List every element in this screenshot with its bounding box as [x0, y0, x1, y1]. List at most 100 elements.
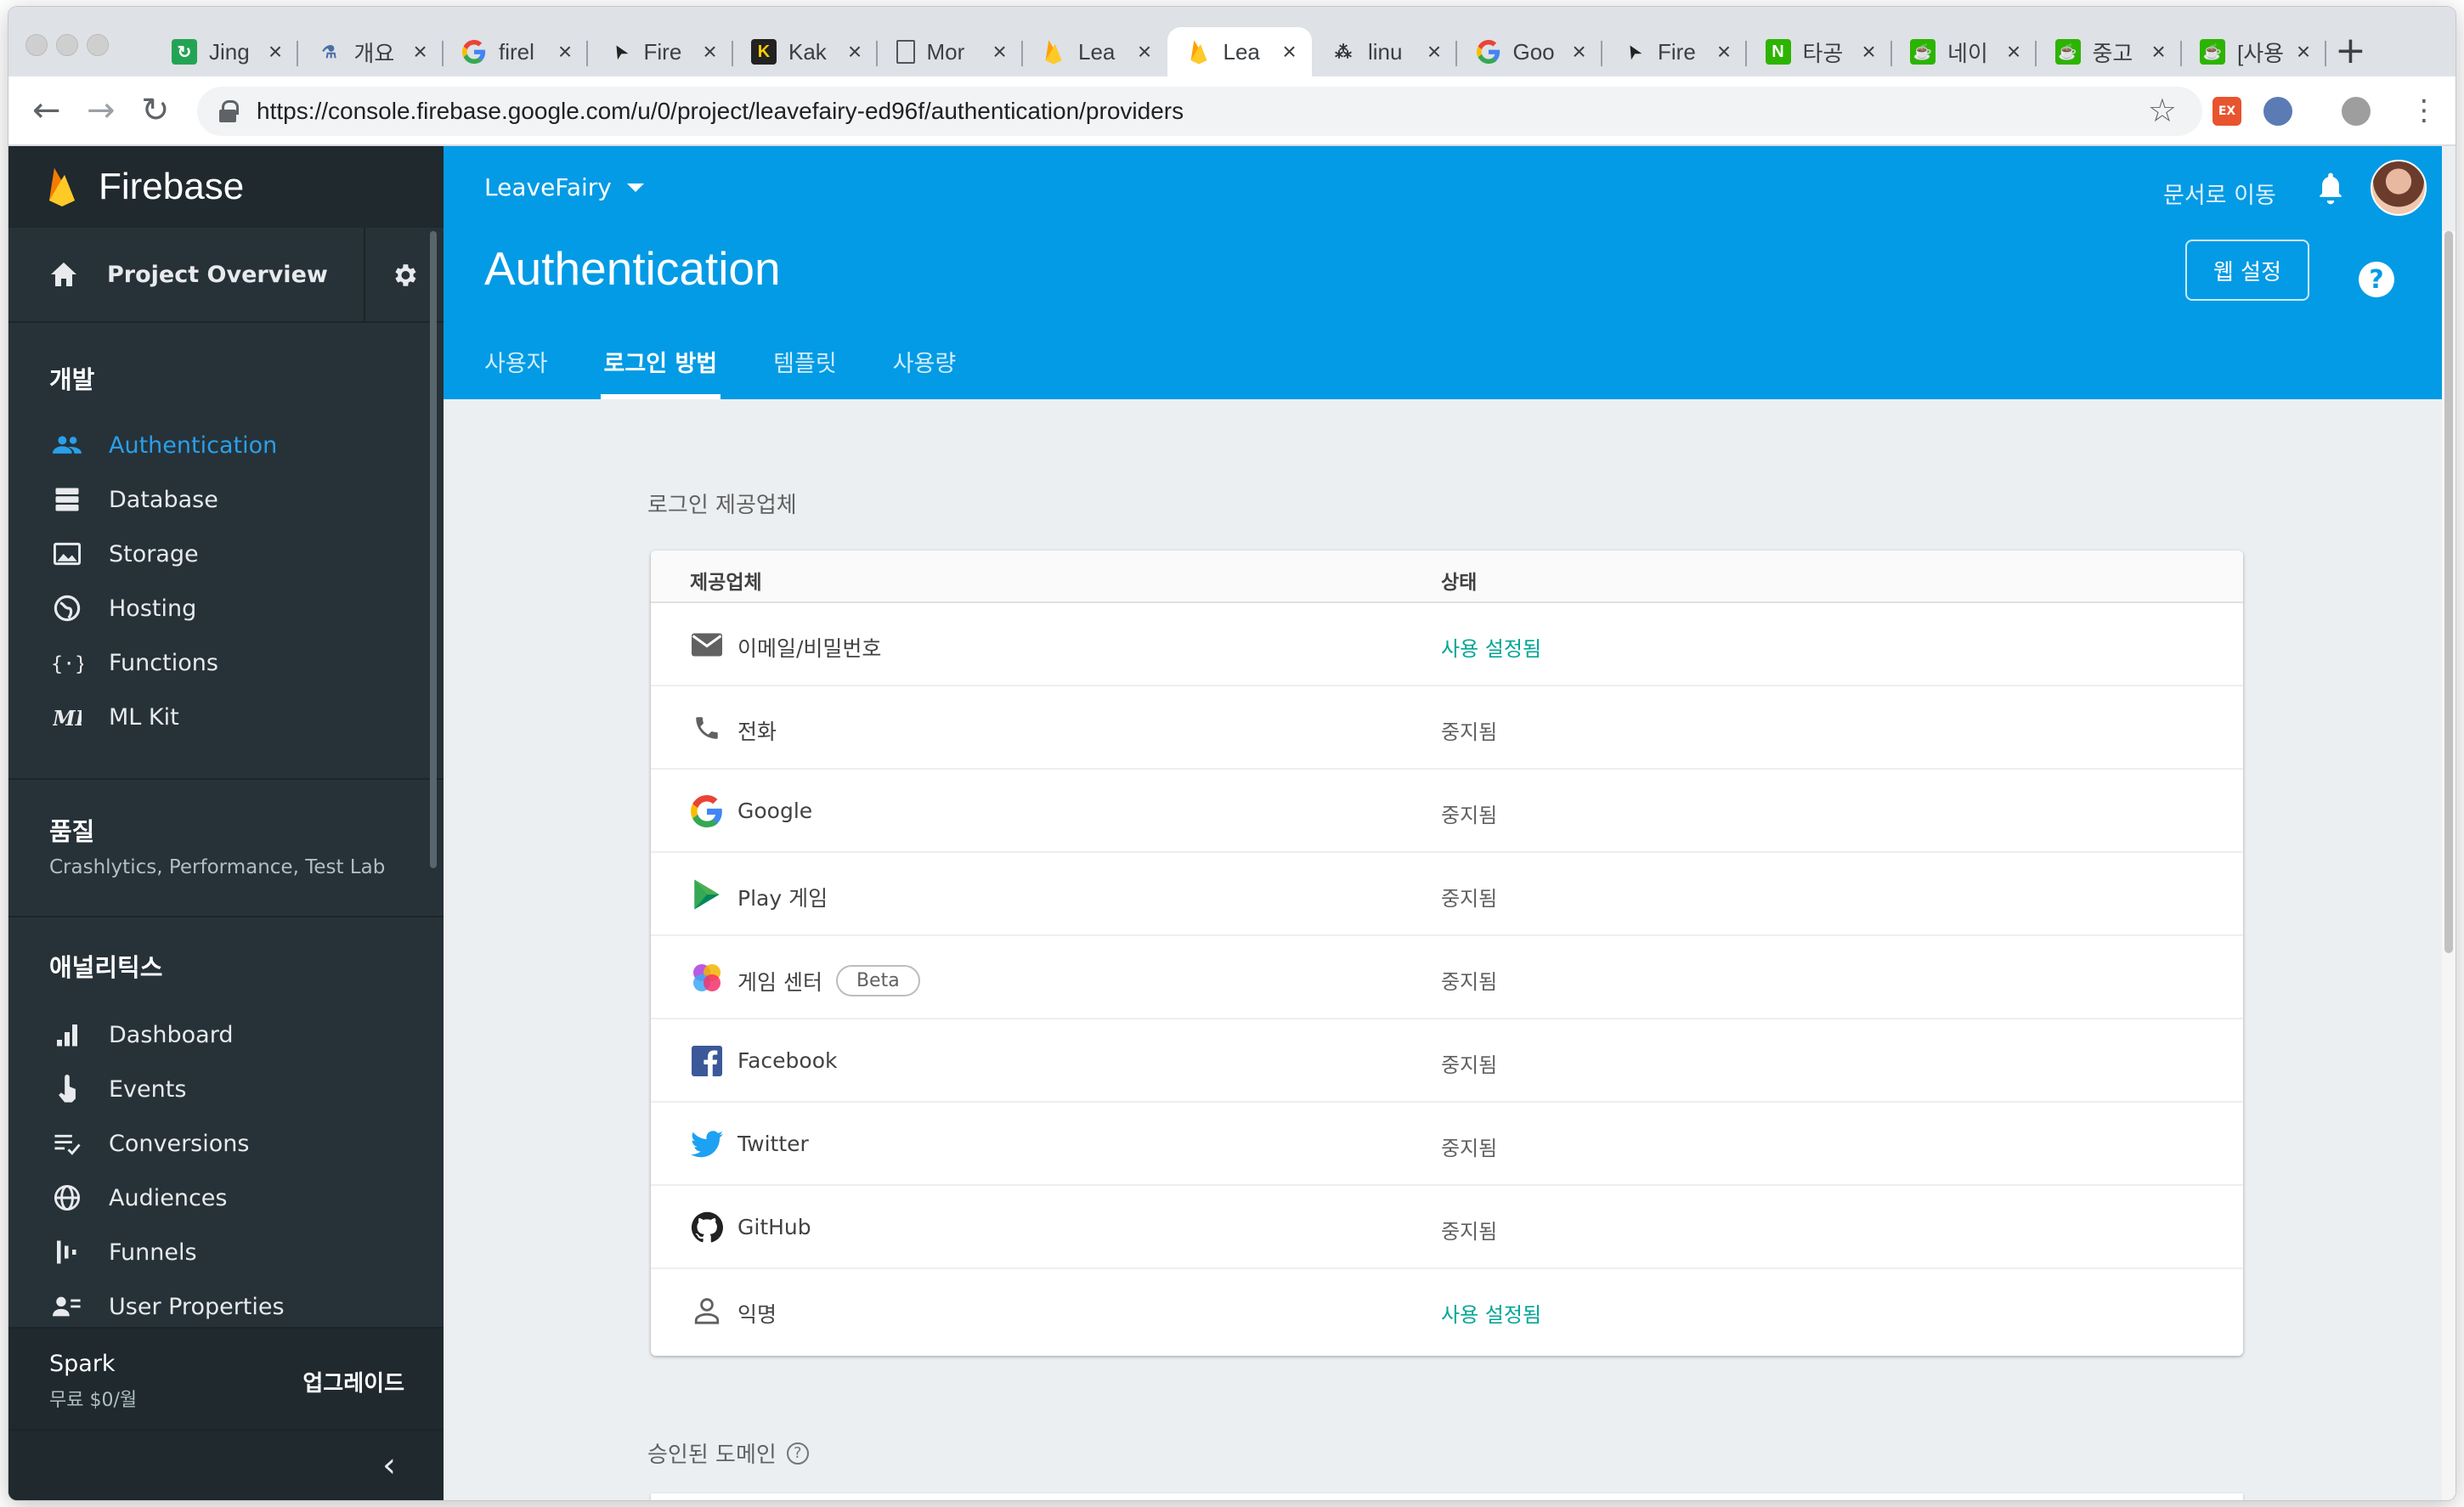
- sidebar-item-functions[interactable]: {·} Functions: [8, 635, 444, 690]
- profile-icon[interactable]: [2342, 97, 2371, 126]
- tab-3[interactable]: 템플릿: [773, 345, 837, 399]
- sidebar-item-events[interactable]: Events: [8, 1062, 444, 1116]
- user-avatar[interactable]: [2371, 160, 2427, 216]
- sidebar-scrollbar[interactable]: [430, 231, 437, 868]
- browser-tab[interactable]: Lea ×: [1022, 27, 1167, 76]
- browser-tab[interactable]: N 타공 ×: [1747, 27, 1891, 76]
- sidebar-item-database[interactable]: Database: [8, 472, 444, 527]
- back-button[interactable]: ←: [32, 92, 61, 129]
- provider-row[interactable]: GitHub 중지됨: [651, 1186, 2243, 1269]
- provider-row[interactable]: 이메일/비밀번호 사용 설정됨: [651, 603, 2243, 686]
- browser-tab[interactable]: ⚗ 개요 ×: [298, 27, 443, 76]
- tab-strip: ↻ Jing × ⚗ 개요 × firel × ➤ Fire × K Kak × Mor × Lea × Lea × ⁂…: [8, 7, 2456, 76]
- notifications-bell-icon[interactable]: [2316, 172, 2345, 209]
- help-icon[interactable]: ?: [2359, 262, 2394, 297]
- close-tab-icon[interactable]: ×: [1714, 38, 1734, 65]
- close-tab-icon[interactable]: ×: [1134, 38, 1155, 65]
- kakao-icon: K: [751, 39, 777, 65]
- provider-row[interactable]: Facebook 중지됨: [651, 1019, 2243, 1103]
- collapse-sidebar-button[interactable]: ‹: [8, 1429, 444, 1500]
- database-icon: [51, 483, 83, 516]
- close-window-button[interactable]: [25, 34, 48, 56]
- project-selector[interactable]: LeaveFairy: [484, 173, 644, 201]
- browser-tab[interactable]: ☕ [사용 ×: [2181, 27, 2326, 76]
- browser-tab[interactable]: ➤ Fire ×: [588, 27, 732, 76]
- firebase-brand[interactable]: Firebase: [8, 146, 444, 228]
- tab-4[interactable]: 사용량: [893, 345, 957, 399]
- provider-row[interactable]: Play 게임 중지됨: [651, 853, 2243, 936]
- close-tab-icon[interactable]: ×: [1569, 38, 1590, 65]
- minimize-window-button[interactable]: [56, 34, 78, 56]
- project-overview-link[interactable]: Project Overview: [8, 228, 444, 323]
- tab-title: Mor: [926, 38, 965, 65]
- browser-tab[interactable]: ↻ Jing ×: [153, 27, 297, 76]
- close-tab-icon[interactable]: ×: [410, 38, 431, 65]
- sidebar-item-conversions[interactable]: Conversions: [8, 1116, 444, 1171]
- globe-hosting-icon: [51, 592, 83, 624]
- zoom-window-button[interactable]: [87, 34, 109, 56]
- sidebar-item-dashboard[interactable]: Dashboard: [8, 1007, 444, 1062]
- new-tab-button[interactable]: +: [2335, 32, 2366, 70]
- sidebar-item-ml-kit[interactable]: ML ML Kit: [8, 690, 444, 744]
- bookmark-star-icon[interactable]: ☆: [2148, 92, 2177, 129]
- analytics-header[interactable]: 애널리틱스: [8, 948, 444, 984]
- close-tab-icon[interactable]: ×: [2293, 38, 2314, 65]
- naver-cafe-icon: ☕: [1910, 39, 1936, 65]
- help-circle-icon[interactable]: ?: [786, 1442, 809, 1465]
- main-scrollbar[interactable]: [2442, 231, 2456, 1500]
- close-tab-icon[interactable]: ×: [845, 38, 865, 65]
- column-header-status: 상태: [1441, 572, 1478, 594]
- extension-icon[interactable]: EX: [2213, 97, 2241, 126]
- sidebar-item-storage[interactable]: Storage: [8, 527, 444, 581]
- browser-tab[interactable]: Lea ×: [1167, 27, 1312, 76]
- providers-section-title: 로그인 제공업체: [647, 493, 797, 518]
- close-tab-icon[interactable]: ×: [700, 38, 721, 65]
- close-tab-icon[interactable]: ×: [1280, 38, 1300, 65]
- forward-button[interactable]: →: [87, 92, 116, 129]
- close-tab-icon[interactable]: ×: [2003, 38, 2024, 65]
- sidebar-item-funnels[interactable]: Funnels: [8, 1225, 444, 1279]
- tab-title: Lea: [1223, 38, 1260, 65]
- tab-1[interactable]: 사용자: [484, 345, 548, 399]
- sidebar-item-user-properties[interactable]: User Properties: [8, 1279, 444, 1334]
- provider-row[interactable]: 전화 중지됨: [651, 686, 2243, 770]
- browser-tab[interactable]: ⁂ linu ×: [1312, 27, 1456, 76]
- quality-header[interactable]: 품질: [8, 812, 444, 848]
- close-tab-icon[interactable]: ×: [1859, 38, 1879, 65]
- quality-subtitle: Crashlytics, Performance, Test Lab: [49, 856, 386, 878]
- extension-icon[interactable]: [2263, 97, 2292, 126]
- develop-header[interactable]: 개발: [8, 360, 444, 396]
- sidebar-item-audiences[interactable]: Audiences: [8, 1171, 444, 1225]
- scrollbar-thumb[interactable]: [2444, 231, 2453, 953]
- web-setup-button[interactable]: 웹 설정: [2185, 240, 2309, 301]
- tab-2[interactable]: 로그인 방법: [600, 345, 721, 399]
- provider-row[interactable]: Google 중지됨: [651, 770, 2243, 853]
- provider-row[interactable]: 게임 센터 Beta 중지됨: [651, 936, 2243, 1019]
- browser-tab[interactable]: firel ×: [443, 27, 587, 76]
- provider-row[interactable]: Twitter 중지됨: [651, 1103, 2243, 1186]
- reload-button[interactable]: ↻: [141, 92, 170, 129]
- browser-tab[interactable]: ➤ Fire ×: [1602, 27, 1746, 76]
- provider-status: 중지됨: [1441, 970, 1498, 994]
- close-tab-icon[interactable]: ×: [555, 38, 575, 65]
- browser-tab[interactable]: ☕ 네이 ×: [1891, 27, 2036, 76]
- sidebar-item-hosting[interactable]: Hosting: [8, 581, 444, 635]
- sidebar-item-label: Events: [109, 1075, 187, 1103]
- play-games-icon: [690, 878, 724, 912]
- firebase-icon: [1186, 39, 1212, 65]
- menu-kebab-icon[interactable]: ⋮: [2410, 92, 2439, 129]
- browser-tab[interactable]: ☕ 중고 ×: [2037, 27, 2181, 76]
- browser-tab[interactable]: Goo ×: [1457, 27, 1602, 76]
- close-tab-icon[interactable]: ×: [2149, 38, 2169, 65]
- docs-link[interactable]: 문서로 이동: [2163, 177, 2276, 210]
- address-bar[interactable]: https://console.firebase.google.com/u/0/…: [197, 87, 2202, 136]
- close-tab-icon[interactable]: ×: [265, 38, 285, 65]
- browser-tab[interactable]: Mor ×: [878, 27, 1022, 76]
- home-icon: [51, 262, 76, 286]
- close-tab-icon[interactable]: ×: [990, 38, 1010, 65]
- close-tab-icon[interactable]: ×: [1424, 38, 1444, 65]
- sidebar-item-authentication[interactable]: Authentication: [8, 418, 444, 472]
- browser-tab[interactable]: K Kak ×: [732, 27, 877, 76]
- provider-row[interactable]: 익명 사용 설정됨: [651, 1269, 2243, 1352]
- upgrade-button[interactable]: 업그레이드: [302, 1366, 404, 1397]
